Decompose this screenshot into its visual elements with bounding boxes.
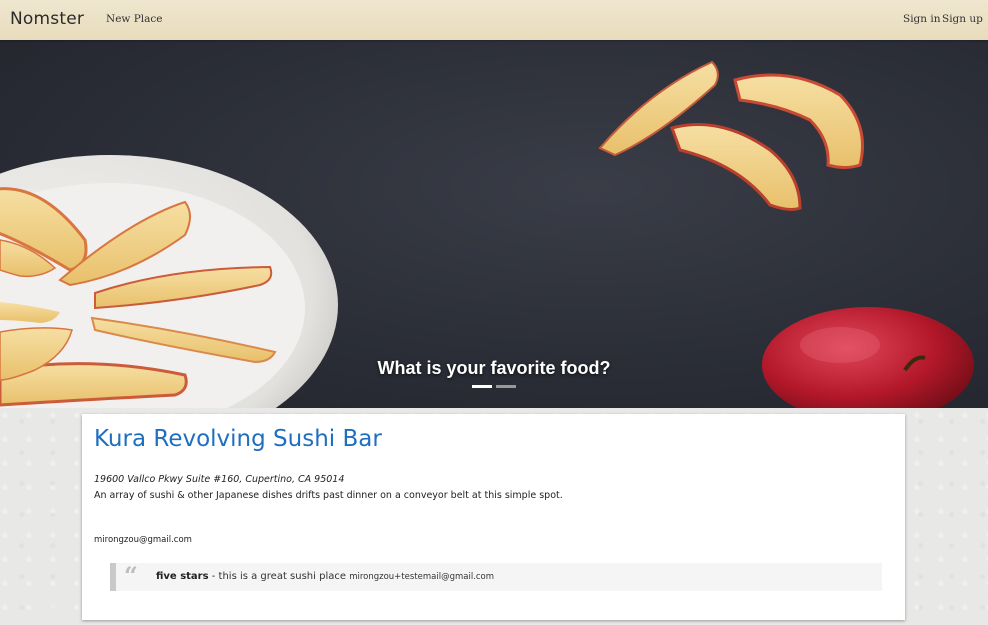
quote-icon: “ <box>124 561 138 590</box>
place-address: 19600 Vallco Pkwy Suite #160, Cupertino,… <box>94 474 345 485</box>
carousel-indicator-2[interactable] <box>496 385 516 388</box>
comment-rating: five stars <box>156 571 209 582</box>
comment-author-email: mirongzou+testemail@gmail.com <box>349 572 495 582</box>
comment-separator: - <box>208 571 219 582</box>
navbar: Nomster New Place Sign in Sign up <box>0 0 988 40</box>
sign-in-link[interactable]: Sign in <box>903 13 941 25</box>
comment-blockquote: “ five stars - this is a great sushi pla… <box>110 561 882 591</box>
carousel-indicator-1[interactable] <box>472 385 492 388</box>
brand-logo[interactable]: Nomster <box>10 9 84 29</box>
place-card: Kura Revolving Sushi Bar 19600 Vallco Pk… <box>82 414 905 620</box>
hero-image <box>0 60 974 408</box>
hero-carousel[interactable]: What is your favorite food? <box>0 40 988 408</box>
sign-up-link[interactable]: Sign up <box>942 13 983 25</box>
new-place-link[interactable]: New Place <box>106 13 163 25</box>
place-description: An array of sushi & other Japanese dishe… <box>94 490 563 501</box>
comment-message: this is a great sushi place <box>218 571 347 582</box>
place-owner-email: mirongzou@gmail.com <box>94 535 192 545</box>
comment-text: five stars - this is a great sushi place… <box>156 571 494 582</box>
hero-caption: What is your favorite food? <box>377 358 611 378</box>
place-title[interactable]: Kura Revolving Sushi Bar <box>94 426 382 452</box>
